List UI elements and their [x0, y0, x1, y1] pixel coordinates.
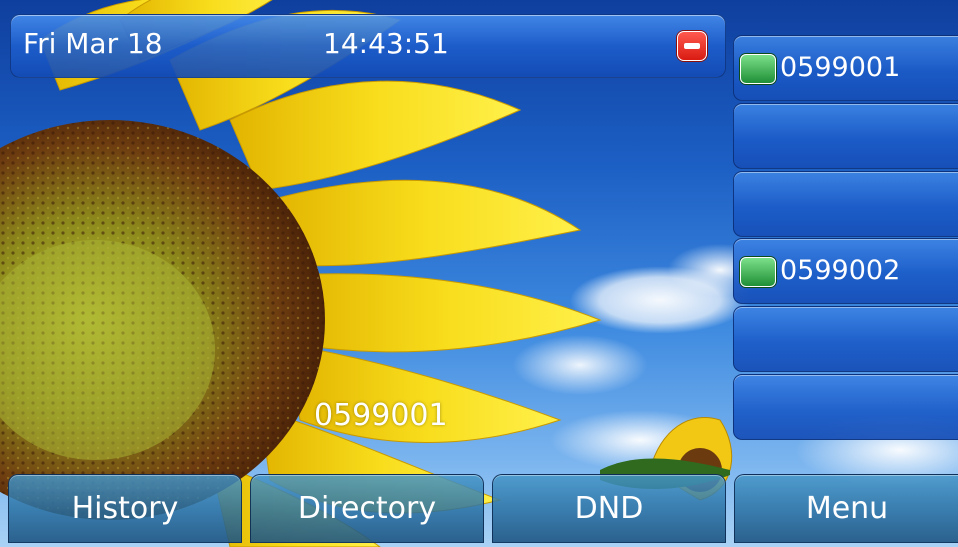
phone-icon — [740, 54, 776, 84]
dnd-softkey[interactable]: DND — [492, 474, 726, 543]
directory-softkey[interactable]: Directory — [250, 474, 484, 543]
phone-icon — [740, 257, 776, 287]
line-key-5[interactable] — [733, 306, 958, 372]
line-key-4[interactable]: 0599002 — [733, 238, 958, 304]
line-key-label: 0599002 — [780, 255, 901, 286]
phone-screen: Fri Mar 18 14:43:51 0599001 0599002 0599… — [0, 0, 958, 547]
status-bar: Fri Mar 18 14:43:51 — [10, 14, 726, 78]
line-key-6[interactable] — [733, 374, 958, 440]
menu-softkey[interactable]: Menu — [734, 474, 958, 543]
line-key-label: 0599001 — [780, 52, 901, 83]
line-key-2[interactable] — [733, 103, 958, 169]
history-softkey[interactable]: History — [8, 474, 242, 543]
time-label: 14:43:51 — [323, 27, 449, 60]
line-key-1[interactable]: 0599001 — [733, 35, 958, 101]
date-label: Fri Mar 18 — [23, 27, 163, 60]
account-number: 0599001 — [314, 398, 448, 433]
dnd-status-icon — [677, 31, 707, 61]
line-key-3[interactable] — [733, 171, 958, 237]
